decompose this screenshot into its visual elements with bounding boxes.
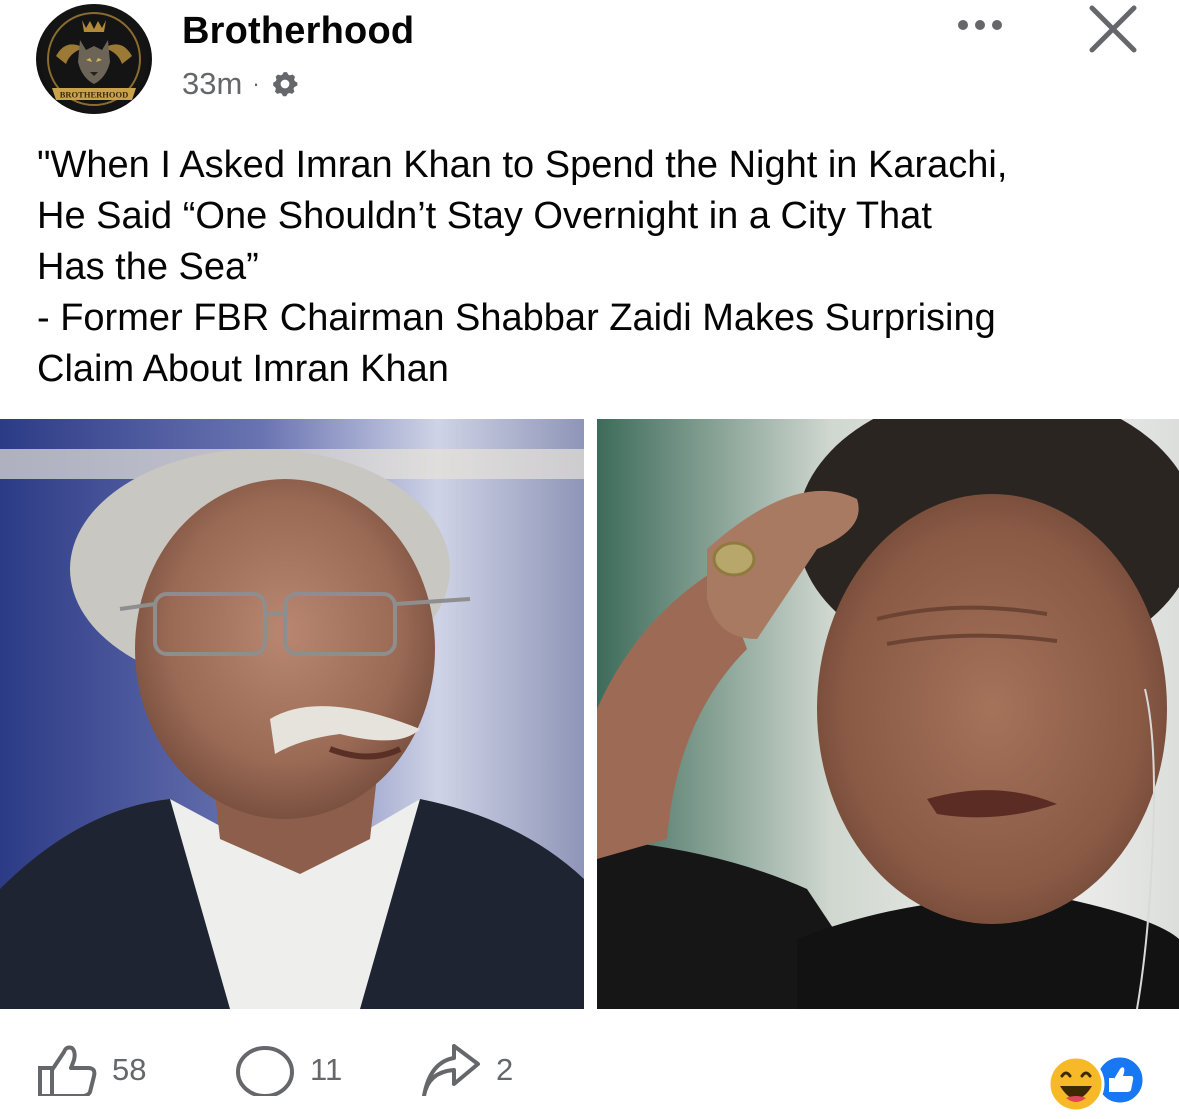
more-options-button[interactable]: [955, 10, 1005, 40]
portrait-photo: [597, 419, 1179, 1009]
comment-button[interactable]: 11: [234, 1044, 342, 1096]
post-header: BROTHERHOOD Brotherhood 33m ·: [0, 0, 1179, 120]
post-action-bar: 58 11 2: [0, 1030, 1179, 1113]
like-button[interactable]: 58: [36, 1044, 146, 1096]
share-button[interactable]: 2: [420, 1044, 513, 1096]
gear-icon: [270, 69, 300, 99]
post-meta: 33m ·: [182, 64, 300, 104]
meta-separator: ·: [252, 71, 260, 96]
close-button[interactable]: [1088, 4, 1138, 54]
more-horizontal-icon: [958, 20, 1002, 30]
close-icon: [1089, 5, 1137, 53]
logo-text: BROTHERHOOD: [60, 90, 128, 100]
comment-count: 11: [310, 1052, 343, 1087]
thumbs-up-icon: [38, 1045, 97, 1096]
share-count: 2: [496, 1052, 514, 1087]
post-text: "When I Asked Imran Khan to Spend the Ni…: [37, 144, 1008, 390]
share-arrow-icon: [422, 1044, 480, 1096]
like-count: 58: [112, 1052, 147, 1087]
brotherhood-logo-icon: BROTHERHOOD: [40, 5, 148, 113]
page-name[interactable]: Brotherhood: [182, 10, 414, 53]
haha-emoji-icon: [1047, 1055, 1105, 1113]
comment-bubble-icon: [236, 1046, 294, 1096]
post-timestamp[interactable]: 33m: [182, 66, 242, 102]
page-avatar[interactable]: BROTHERHOOD: [36, 4, 152, 114]
post-photo-right[interactable]: [597, 419, 1179, 1009]
reaction-summary[interactable]: [1046, 1054, 1146, 1114]
post-photo-left[interactable]: [0, 419, 584, 1009]
portrait-photo: [0, 419, 584, 1009]
